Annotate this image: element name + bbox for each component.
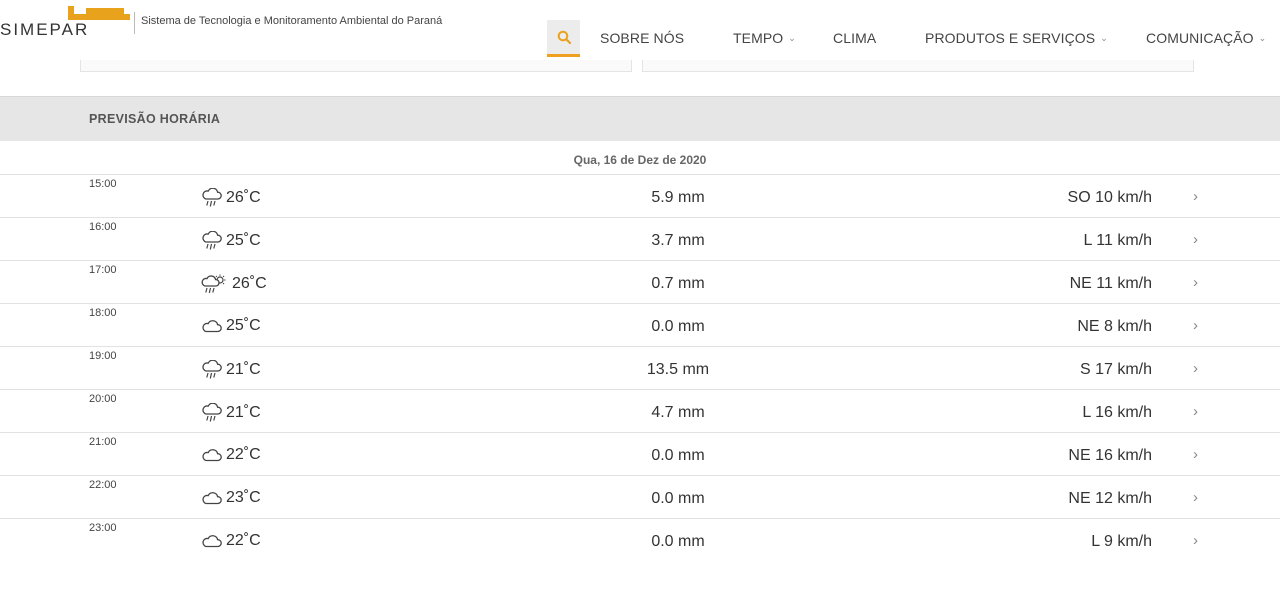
row-wind: SO 10 km/h — [1067, 189, 1152, 206]
chevron-right-icon[interactable]: › — [1193, 446, 1198, 463]
row-wind: NE 8 km/h — [1077, 318, 1152, 335]
row-condition: 25˚C — [201, 317, 261, 335]
row-condition: 22˚C — [201, 532, 261, 550]
row-precipitation: 0.0 mm — [651, 447, 705, 464]
simepar-logo[interactable]: SIMEPAR — [0, 4, 132, 38]
row-temperature: 21˚C — [226, 404, 261, 421]
row-time: 22:00 — [89, 479, 117, 491]
row-time: 21:00 — [89, 436, 117, 448]
row-wind: L 9 km/h — [1091, 533, 1152, 550]
brand-tagline: Sistema de Tecnologia e Monitoramento Am… — [141, 15, 443, 27]
row-time: 15:00 — [89, 178, 117, 190]
chevron-right-icon[interactable]: › — [1193, 489, 1198, 506]
forecast-row[interactable]: 21:00 22˚C 0.0 mm NE 16 km/h › — [0, 432, 1280, 475]
row-precipitation: 0.0 mm — [651, 490, 705, 507]
row-wind: NE 16 km/h — [1068, 447, 1152, 464]
rain-cloud-icon — [201, 231, 223, 251]
row-precipitation: 0.7 mm — [651, 275, 705, 292]
search-button[interactable] — [547, 20, 580, 57]
chevron-down-icon: ⌄ — [1100, 33, 1108, 43]
logo-wordmark: SIMEPAR — [0, 20, 89, 38]
row-time: 19:00 — [89, 350, 117, 362]
row-precipitation: 4.7 mm — [651, 404, 705, 421]
forecast-table: 15:00 26˚C 5.9 mm SO 10 km/h › 16:00 25˚… — [0, 174, 1280, 561]
search-icon — [557, 30, 571, 44]
row-condition: 21˚C — [201, 403, 261, 423]
forecast-date: Qua, 16 de Dez de 2020 — [573, 153, 707, 167]
rain-cloud-icon — [201, 188, 223, 208]
row-condition: 26˚C — [201, 188, 261, 208]
row-temperature: 22˚C — [226, 532, 261, 549]
forecast-row[interactable]: 22:00 23˚C 0.0 mm NE 12 km/h › — [0, 475, 1280, 518]
forecast-row[interactable]: 16:00 25˚C 3.7 mm L 11 km/h › — [0, 217, 1280, 260]
row-time: 17:00 — [89, 264, 117, 276]
chevron-right-icon[interactable]: › — [1193, 360, 1198, 377]
hourly-forecast-header: PREVISÃO HORÁRIA — [0, 96, 1280, 141]
forecast-row[interactable]: 15:00 26˚C 5.9 mm SO 10 km/h › — [0, 174, 1280, 217]
forecast-row[interactable]: 18:00 25˚C 0.0 mm NE 8 km/h › — [0, 303, 1280, 346]
rain-cloud-icon — [201, 403, 223, 423]
row-condition: 22˚C — [201, 446, 261, 464]
row-temperature: 25˚C — [226, 232, 261, 249]
row-wind: S 17 km/h — [1079, 361, 1152, 378]
row-temperature: 22˚C — [226, 446, 261, 463]
row-temperature: 26˚C — [226, 189, 261, 206]
sun-rain-cloud-icon — [201, 274, 229, 294]
nav-sobre-nos[interactable]: SOBRE NÓS — [600, 30, 684, 46]
row-condition: 26˚C — [201, 274, 267, 294]
row-precipitation: 0.0 mm — [651, 533, 705, 550]
cloud-icon — [201, 490, 223, 506]
row-precipitation: 5.9 mm — [651, 189, 705, 206]
row-precipitation: 13.5 mm — [646, 361, 710, 378]
row-condition: 21˚C — [201, 360, 261, 380]
row-wind: NE 11 km/h — [1069, 275, 1152, 292]
nav-produtos-servicos[interactable]: PRODUTOS E SERVIÇOS ⌄ — [925, 30, 1108, 46]
row-temperature: 21˚C — [226, 361, 261, 378]
forecast-row[interactable]: 19:00 21˚C 13.5 mm S 17 km/h › — [0, 346, 1280, 389]
row-wind: NE 12 km/h — [1068, 490, 1152, 507]
row-precipitation: 0.0 mm — [651, 318, 705, 335]
row-wind: L 11 km/h — [1083, 232, 1152, 249]
row-wind: L 16 km/h — [1082, 404, 1152, 421]
cloud-icon — [201, 533, 223, 549]
row-temperature: 25˚C — [226, 317, 261, 334]
row-time: 20:00 — [89, 393, 117, 405]
nav-tempo[interactable]: TEMPO ⌄ — [733, 30, 796, 46]
cloud-icon — [201, 318, 223, 334]
row-temperature: 26˚C — [232, 275, 267, 292]
forecast-row[interactable]: 23:00 22˚C 0.0 mm L 9 km/h › — [0, 518, 1280, 561]
row-temperature: 23˚C — [226, 489, 261, 506]
chevron-down-icon: ⌄ — [1258, 33, 1267, 43]
row-condition: 23˚C — [201, 489, 261, 507]
row-precipitation: 3.7 mm — [651, 232, 705, 249]
site-header: SIMEPAR Sistema de Tecnologia e Monitora… — [0, 0, 1280, 60]
chevron-right-icon[interactable]: › — [1193, 317, 1198, 334]
chevron-right-icon[interactable]: › — [1193, 274, 1198, 291]
section-title: PREVISÃO HORÁRIA — [89, 112, 221, 126]
row-time: 16:00 — [89, 221, 117, 233]
cloud-icon — [201, 447, 223, 463]
chevron-right-icon[interactable]: › — [1193, 532, 1198, 549]
rain-cloud-icon — [201, 360, 223, 380]
row-condition: 25˚C — [201, 231, 261, 251]
chevron-right-icon[interactable]: › — [1193, 188, 1198, 205]
forecast-row[interactable]: 20:00 21˚C 4.7 mm L 16 km/h › — [0, 389, 1280, 432]
row-time: 18:00 — [89, 307, 117, 319]
chevron-right-icon[interactable]: › — [1193, 403, 1198, 420]
chevron-right-icon[interactable]: › — [1193, 231, 1198, 248]
logo-divider — [134, 12, 135, 34]
row-time: 23:00 — [89, 522, 117, 534]
nav-comunicacao[interactable]: COMUNICAÇÃO ⌄ — [1146, 30, 1266, 46]
chevron-down-icon: ⌄ — [788, 33, 796, 43]
forecast-row[interactable]: 17:00 26˚C 0.7 mm NE 11 km/h › — [0, 260, 1280, 303]
nav-clima[interactable]: CLIMA — [833, 30, 876, 46]
